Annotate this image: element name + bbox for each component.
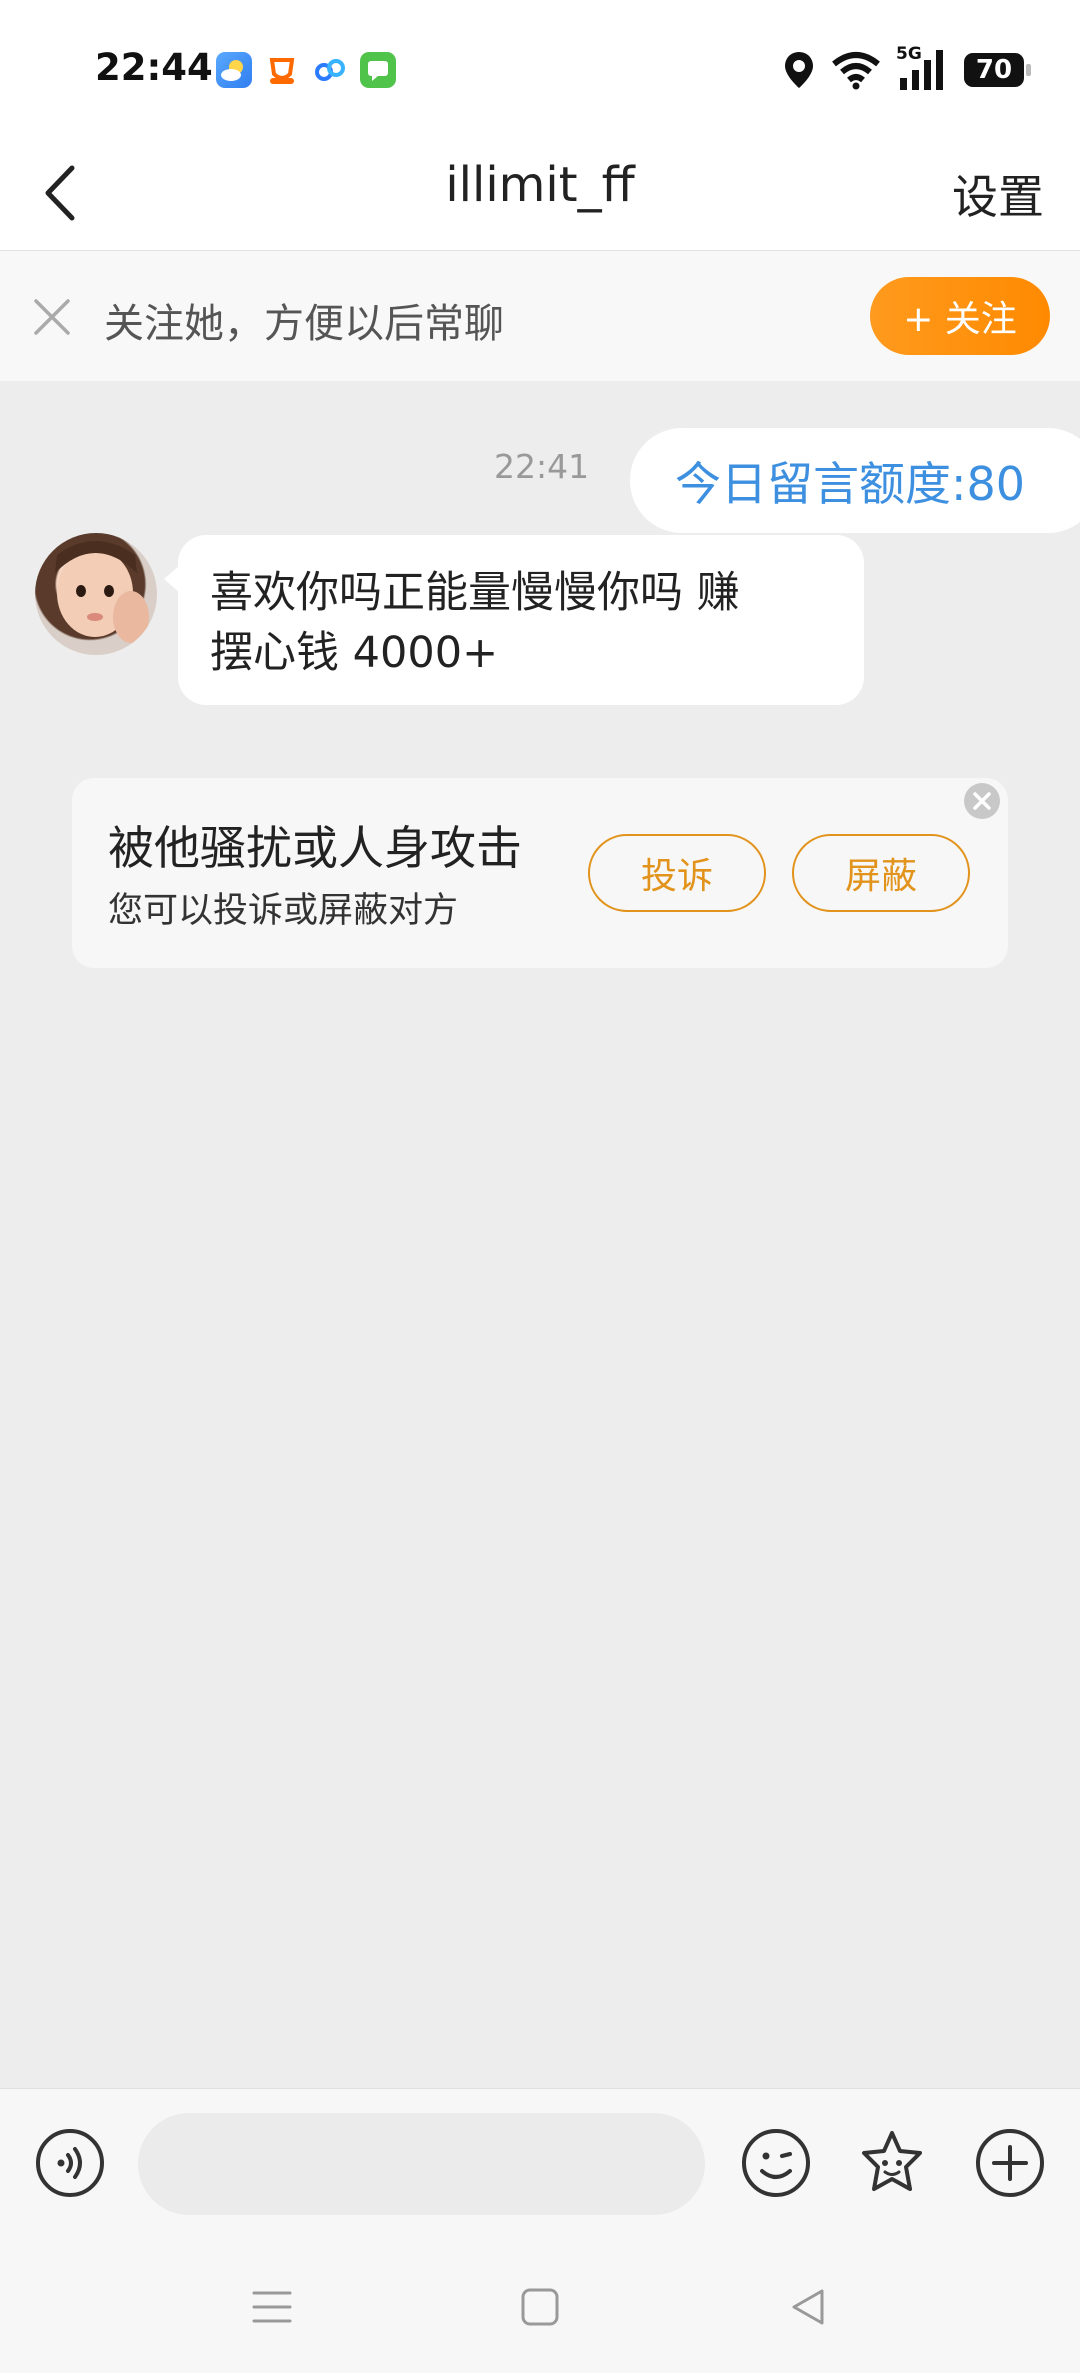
menu-icon[interactable] — [248, 2283, 296, 2331]
messages-app-icon — [360, 52, 396, 88]
emoji-icon[interactable] — [740, 2127, 812, 2199]
signal-icon: 5G — [896, 44, 950, 92]
baidu-netdisk-app-icon — [312, 52, 348, 88]
system-nav-bar — [0, 2238, 1080, 2373]
settings-button[interactable]: 设置 — [952, 161, 1044, 227]
close-icon[interactable] — [30, 295, 74, 339]
follow-banner: 关注她，方便以后常聊 + 关注 — [0, 251, 1080, 381]
message-input[interactable] — [138, 2113, 705, 2215]
report-button[interactable]: 投诉 — [588, 834, 766, 912]
status-bar: 22:44 5G 70 — [0, 0, 1080, 135]
card-subtitle: 您可以投诉或屏蔽对方 — [108, 891, 459, 931]
status-icons: 5G 70 — [782, 44, 1031, 96]
outgoing-message-bubble: 今日留言额度:80 — [630, 428, 1080, 533]
avatar[interactable] — [35, 533, 157, 655]
follow-prompt-text: 关注她，方便以后常聊 — [104, 301, 504, 347]
incoming-message-line: 摆心钱 4000+ — [210, 628, 499, 678]
message-input-bar — [0, 2088, 1080, 2239]
incoming-message-line: 喜欢你吗正能量慢慢你吗 赚 — [210, 568, 740, 618]
follow-button[interactable]: + 关注 — [870, 277, 1050, 355]
block-button[interactable]: 屏蔽 — [792, 834, 970, 912]
taobao-app-icon — [264, 52, 300, 88]
card-title: 被他骚扰或人身攻击 — [108, 821, 522, 875]
back-icon[interactable] — [784, 2283, 832, 2331]
page-title: illimit_ff — [445, 157, 635, 213]
plus-icon[interactable] — [974, 2127, 1046, 2199]
sticker-icon[interactable] — [856, 2127, 928, 2199]
chat-header: illimit_ff 设置 — [0, 135, 1080, 251]
status-time: 22:44 — [95, 46, 213, 89]
voice-icon[interactable] — [34, 2127, 106, 2199]
location-icon — [785, 52, 813, 88]
incoming-message-bubble: 喜欢你吗正能量慢慢你吗 赚 摆心钱 4000+ — [164, 535, 864, 705]
battery-icon: 70 — [964, 53, 1031, 87]
weather-app-icon — [216, 52, 252, 88]
card-close-icon[interactable] — [964, 783, 1000, 819]
wifi-icon — [832, 52, 880, 90]
home-icon[interactable] — [516, 2283, 564, 2331]
message-timestamp: 22:41 — [494, 447, 590, 486]
harassment-report-card: 被他骚扰或人身攻击 您可以投诉或屏蔽对方 投诉 屏蔽 — [72, 778, 1008, 968]
